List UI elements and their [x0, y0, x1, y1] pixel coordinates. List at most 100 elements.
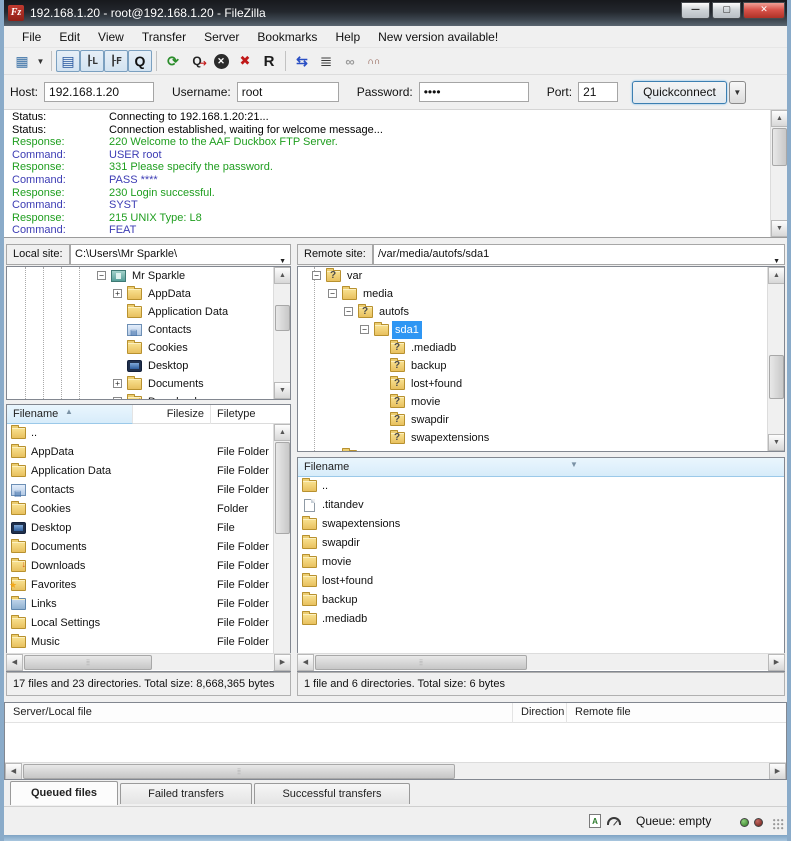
toggle-message-log-icon[interactable]: [56, 50, 80, 72]
tree-item-label[interactable]: Desktop: [145, 357, 191, 375]
minimize-button[interactable]: —: [681, 2, 710, 19]
filter-icon[interactable]: [338, 50, 362, 72]
menu-item-edit[interactable]: Edit: [51, 28, 88, 46]
title-bar[interactable]: Fz 192.168.1.20 - root@192.168.1.20 - Fi…: [0, 0, 791, 26]
tree-item[interactable]: lost+found: [298, 375, 784, 393]
scroll-left-icon[interactable]: ◀: [6, 654, 23, 671]
tree-item[interactable]: movie: [298, 393, 784, 411]
toggle-local-tree-icon[interactable]: [80, 50, 104, 72]
reconnect-icon[interactable]: [257, 50, 281, 72]
cancel-icon[interactable]: [209, 50, 233, 72]
tree-item[interactable]: Contacts: [7, 321, 290, 339]
local-list-scroll-thumb[interactable]: [275, 442, 290, 534]
local-tree-scrollbar[interactable]: ▲ ▼: [273, 267, 290, 399]
file-row[interactable]: swapdir: [298, 534, 784, 553]
remote-hscroll-thumb[interactable]: [315, 655, 527, 670]
file-row[interactable]: FavoritesFile Folder: [7, 576, 273, 595]
maximize-button[interactable]: ▢: [712, 2, 741, 19]
menu-item-new-version-available-[interactable]: New version available!: [370, 28, 506, 46]
tree-item[interactable]: dvd: [298, 447, 784, 452]
tree-item[interactable]: − autofs: [298, 303, 784, 321]
file-row[interactable]: .mediadb: [298, 610, 784, 629]
tree-item[interactable]: −var: [298, 267, 784, 285]
file-row[interactable]: DownloadsFile Folder: [7, 557, 273, 576]
tab-failed-transfers[interactable]: Failed transfers: [120, 783, 252, 804]
scroll-up-icon[interactable]: ▲: [274, 267, 291, 284]
refresh-icon[interactable]: [161, 50, 185, 72]
quickconnect-button[interactable]: Quickconnect: [632, 81, 727, 104]
tree-item-label[interactable]: autofs: [376, 303, 412, 321]
menu-item-transfer[interactable]: Transfer: [134, 28, 194, 46]
transfer-type-icon[interactable]: A: [589, 814, 601, 828]
column-header-server-local-file[interactable]: Server/Local file: [5, 703, 513, 723]
menu-item-view[interactable]: View: [90, 28, 132, 46]
port-input[interactable]: [578, 82, 618, 102]
file-row[interactable]: CookiesFolder: [7, 500, 273, 519]
menu-item-bookmarks[interactable]: Bookmarks: [249, 28, 325, 46]
tree-item-label[interactable]: var: [344, 267, 365, 285]
directory-comparison-icon[interactable]: [314, 50, 338, 72]
process-queue-icon[interactable]: [185, 50, 209, 72]
speed-limits-icon[interactable]: [607, 817, 621, 825]
column-header-filename[interactable]: Filename ▲: [7, 405, 133, 424]
remote-hscrollbar[interactable]: ◀ ▶: [297, 653, 785, 670]
tree-item[interactable]: +AppData: [7, 285, 290, 303]
tree-item[interactable]: Cookies: [7, 339, 290, 357]
password-input[interactable]: [419, 82, 529, 102]
file-row[interactable]: AppDataFile Folder: [7, 443, 273, 462]
scroll-down-icon[interactable]: ▼: [768, 434, 785, 451]
tree-item-label[interactable]: backup: [408, 357, 449, 375]
tree-expander-minus-icon[interactable]: −: [344, 307, 353, 316]
tree-item[interactable]: − sda1: [298, 321, 784, 339]
column-header-filesize[interactable]: Filesize: [133, 405, 211, 424]
tree-item-label[interactable]: .mediadb: [408, 339, 459, 357]
tab-successful-transfers[interactable]: Successful transfers: [254, 783, 410, 804]
tree-item[interactable]: swapextensions: [298, 429, 784, 447]
column-header-direction[interactable]: Direction: [513, 703, 567, 723]
column-header-remote-file[interactable]: Remote file: [567, 703, 727, 723]
tree-item[interactable]: +Documents: [7, 375, 290, 393]
local-path-combobox[interactable]: C:\Users\Mr Sparkle\ ▼: [70, 244, 291, 265]
tree-item-label[interactable]: swapextensions: [408, 429, 492, 447]
host-input[interactable]: [44, 82, 154, 102]
file-row[interactable]: Local SettingsFile Folder: [7, 614, 273, 633]
remote-tree-scrollbar[interactable]: ▲ ▼: [767, 267, 784, 451]
synchronized-browsing-icon[interactable]: [290, 50, 314, 72]
tree-expander-minus-icon[interactable]: −: [97, 271, 106, 280]
tree-item[interactable]: Application Data: [7, 303, 290, 321]
scroll-up-icon[interactable]: ▲: [771, 110, 787, 127]
file-row[interactable]: LinksFile Folder: [7, 595, 273, 614]
tree-item-label[interactable]: Downloads: [145, 393, 205, 400]
scroll-left-icon[interactable]: ◀: [5, 763, 22, 780]
disconnect-icon[interactable]: [233, 50, 257, 72]
local-hscroll-thumb[interactable]: [24, 655, 152, 670]
tree-item-label[interactable]: lost+found: [408, 375, 465, 393]
scroll-right-icon[interactable]: ▶: [769, 763, 786, 780]
menu-item-file[interactable]: File: [14, 28, 49, 46]
file-row[interactable]: swapextensions: [298, 515, 784, 534]
file-row[interactable]: lost+found: [298, 572, 784, 591]
tab-queued-files[interactable]: Queued files: [10, 781, 118, 805]
close-button[interactable]: ✕: [743, 2, 785, 19]
tree-expander-minus-icon[interactable]: −: [360, 325, 369, 334]
column-header-filename[interactable]: Filename ▼: [298, 458, 784, 477]
tree-item-label[interactable]: Application Data: [145, 303, 231, 321]
tree-expander-plus-icon[interactable]: +: [113, 379, 122, 388]
scroll-up-icon[interactable]: ▲: [274, 424, 291, 441]
remote-path-combobox[interactable]: /var/media/autofs/sda1 ▼: [373, 244, 785, 265]
menu-item-server[interactable]: Server: [196, 28, 247, 46]
tree-item[interactable]: −Mr Sparkle: [7, 267, 290, 285]
tree-item[interactable]: .mediadb: [298, 339, 784, 357]
tree-item-label[interactable]: dvd: [360, 447, 384, 452]
menu-item-help[interactable]: Help: [327, 28, 368, 46]
file-row[interactable]: DocumentsFile Folder: [7, 538, 273, 557]
scroll-down-icon[interactable]: ▼: [274, 382, 291, 399]
toggle-queue-icon[interactable]: [128, 50, 152, 72]
scroll-right-icon[interactable]: ▶: [274, 654, 291, 671]
tree-expander-plus-icon[interactable]: +: [113, 289, 122, 298]
log-scroll-thumb[interactable]: [772, 128, 787, 166]
site-manager-dropdown-icon[interactable]: ▼: [34, 50, 47, 72]
scroll-down-icon[interactable]: ▼: [771, 220, 787, 237]
tree-item-label[interactable]: sda1: [392, 321, 422, 339]
file-row[interactable]: ..: [298, 477, 784, 496]
